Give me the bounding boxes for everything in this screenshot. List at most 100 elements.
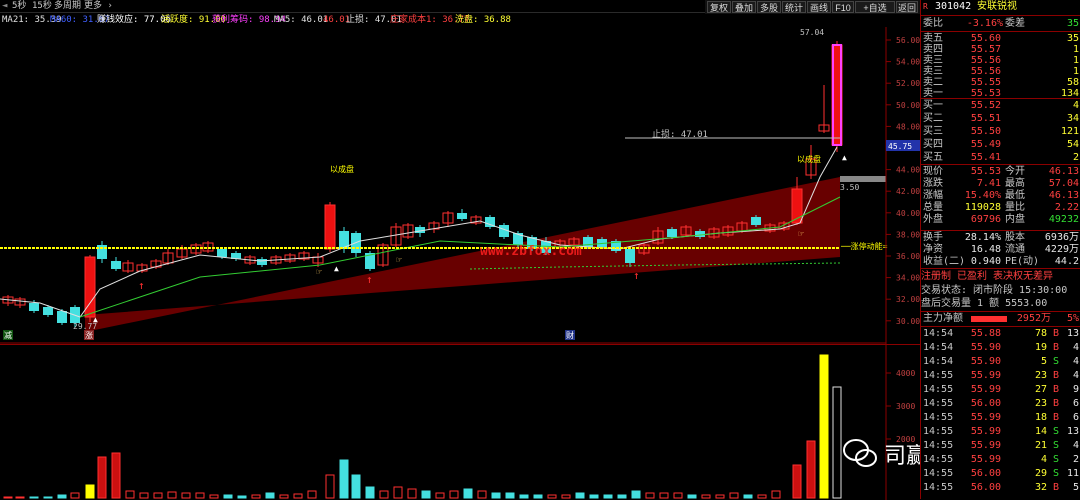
prev-icon[interactable]: ◄	[2, 0, 7, 12]
volume-bar	[279, 494, 289, 499]
tab-more[interactable]: 更多 ›	[84, 0, 113, 12]
price-tick: 48.00	[896, 122, 920, 131]
tab-multi-period[interactable]: 多周期	[54, 0, 81, 12]
volume-bar	[463, 488, 473, 499]
candle-body	[667, 229, 677, 237]
tab-15s[interactable]: 15秒	[32, 0, 52, 12]
volume-bar	[209, 494, 219, 499]
candle-body	[751, 217, 761, 225]
buy-arrow-icon: ↑	[633, 269, 640, 282]
period-bar: ◄ 5秒 15秒 多周期 更多 ›	[0, 0, 705, 13]
volume-bar	[393, 486, 403, 499]
tick-row: 14:55 56.00 32 B 5	[923, 482, 1079, 493]
volume-bar	[477, 490, 487, 499]
stat-row-0: 现价 55.53 今开 46.13	[923, 166, 1079, 177]
volume-bar	[757, 494, 767, 499]
after-hours: 盘后交易量 1 额 5553.00	[921, 298, 1048, 309]
indicator-9: 洗盘: 36.88	[455, 15, 511, 25]
qicheng-label-1: 以成盘	[330, 164, 354, 174]
candle-body	[217, 249, 227, 257]
qicheng-label-2: 以成盘	[797, 154, 821, 164]
hand-icon: ☞	[798, 229, 804, 240]
price-tick: 38.00	[896, 230, 920, 239]
tab-5s[interactable]: 5秒	[12, 0, 26, 12]
current-price-text: 45.75	[888, 142, 912, 151]
tick-row: 14:55 55.99 21 S 4	[923, 440, 1079, 451]
price-tick: 32.00	[896, 295, 920, 304]
candle-body	[43, 307, 53, 315]
volume-bar	[251, 494, 261, 499]
indicator-5: MA5: 46.01	[274, 15, 329, 25]
stat2-row-0: 换手 28.14% 股本 6936万	[923, 232, 1079, 243]
price-axis: 56.0054.0052.0050.0048.0046.0044.0042.00…	[885, 27, 920, 344]
volume-chart[interactable]: 400030002000	[0, 344, 920, 500]
hand-icon: ☞	[396, 255, 402, 266]
volume-bar	[139, 492, 149, 499]
candle-body	[625, 249, 635, 263]
stock-name: 安联锐视	[977, 1, 1017, 12]
volume-bar	[57, 494, 67, 499]
adjust-button[interactable]: 复权	[707, 1, 731, 13]
volume-bar	[407, 488, 417, 499]
bid-row-5: 买五 55.41 2	[923, 152, 1079, 163]
volume-bar	[533, 494, 543, 499]
price-tick: 36.00	[896, 252, 920, 261]
bid-row-2: 买二 55.51 34	[923, 113, 1079, 124]
kline-chart[interactable]: ↑ ↑ ↑☞☞☞▲▲▲ 止损: 47.01 57.04 29.77 ──涨停动能= …	[0, 27, 920, 344]
price-tick: 40.00	[896, 209, 920, 218]
chart-watermark: www.zbfox.com	[480, 244, 582, 259]
marker-triangle-icon: ▲	[842, 153, 847, 162]
price-dial-bar	[840, 176, 886, 182]
volume-bar	[43, 496, 53, 499]
volume-bar	[29, 496, 39, 499]
volume-bar	[167, 491, 177, 499]
volume-bar	[491, 492, 501, 499]
listing-notice: 注册制 已盈利 表决权无差异	[921, 271, 1054, 282]
volume-bar	[435, 492, 445, 499]
trade-state: 交易状态: 闭市阶段 15:30:00	[921, 285, 1068, 296]
overlay-button[interactable]: 叠加	[732, 1, 756, 13]
volume-bar	[645, 492, 655, 499]
volume-bar	[3, 496, 13, 499]
add-watchlist-button[interactable]: +自选	[855, 1, 895, 13]
candle-body	[457, 213, 467, 219]
volume-bar	[223, 494, 233, 499]
multi-stock-button[interactable]: 多股	[757, 1, 781, 13]
price-tick: 42.00	[896, 187, 920, 196]
bid-row-1: 买一 55.52 4	[923, 100, 1079, 111]
volume-bar	[819, 354, 829, 499]
f10-button[interactable]: F10	[832, 1, 854, 13]
low-price-label: 29.77	[73, 322, 97, 331]
volume-bar	[379, 490, 389, 499]
volume-bar	[293, 493, 303, 499]
stats-button[interactable]: 统计	[782, 1, 806, 13]
volume-bar	[97, 456, 107, 499]
draw-line-button[interactable]: 画线	[807, 1, 831, 13]
buy-arrow-icon: ↑	[138, 279, 145, 292]
volume-bar	[153, 492, 163, 499]
volume-axis: 400030002000	[885, 345, 915, 500]
zhang-label: 涨	[85, 330, 93, 340]
tick-row: 14:54 55.90 5 S 4	[923, 356, 1079, 367]
toolbar: 复权 叠加 多股 统计 画线 F10 +自选 返回	[705, 0, 920, 14]
price-tick: 34.00	[896, 274, 920, 283]
candle-body	[791, 188, 803, 224]
volume-bar	[575, 492, 585, 499]
volume-bar	[519, 494, 529, 499]
buy-arrow-icon: ↑	[366, 273, 373, 286]
candle-body	[324, 204, 336, 250]
volume-bar	[505, 492, 515, 499]
back-button[interactable]: 返回	[896, 1, 918, 13]
volume-bar	[561, 494, 571, 499]
volume-bar	[603, 494, 613, 499]
indicator-2: 赚钱效应: 77.06	[97, 15, 171, 25]
tick-row: 14:55 56.00 23 B 6	[923, 398, 1079, 409]
volume-bar	[307, 490, 317, 499]
tick-row: 14:54 55.88 78 B 13	[923, 328, 1079, 339]
price-tick: 44.00	[896, 166, 920, 175]
stop-loss-label: 止损: 47.01	[652, 128, 708, 140]
wechat-icon	[843, 439, 877, 467]
bid-row-4: 买四 55.49 54	[923, 139, 1079, 150]
volume-tick: 3000	[896, 402, 915, 411]
volume-bar	[15, 496, 25, 499]
